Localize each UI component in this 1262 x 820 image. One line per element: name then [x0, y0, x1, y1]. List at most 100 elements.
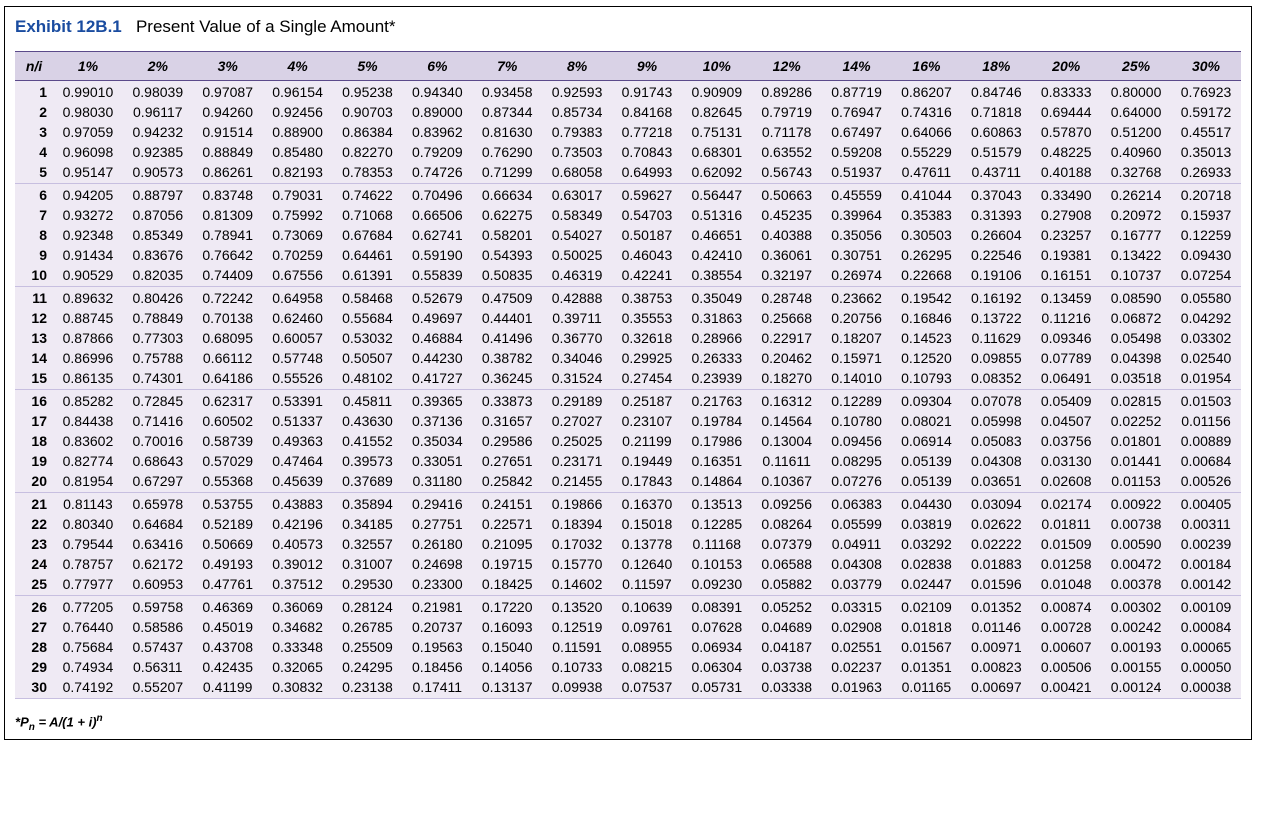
- pv-cell: 0.55839: [402, 265, 472, 287]
- pv-cell: 0.36061: [752, 245, 822, 265]
- pv-cell: 0.88797: [123, 184, 193, 206]
- column-header: 20%: [1031, 52, 1101, 81]
- pv-cell: 0.05083: [961, 431, 1031, 451]
- pv-cell: 0.13422: [1101, 245, 1171, 265]
- table-row: 60.942050.887970.837480.790310.746220.70…: [15, 184, 1241, 206]
- pv-cell: 0.05731: [682, 677, 752, 699]
- pv-cell: 0.45811: [333, 390, 403, 412]
- pv-cell: 0.31657: [472, 411, 542, 431]
- pv-cell: 0.70843: [612, 142, 682, 162]
- pv-cell: 0.31393: [961, 205, 1031, 225]
- pv-cell: 0.01258: [1031, 554, 1101, 574]
- pv-cell: 0.19381: [1031, 245, 1101, 265]
- pv-cell: 0.22668: [892, 265, 962, 287]
- pv-cell: 0.52679: [402, 287, 472, 309]
- pv-cell: 0.19563: [402, 637, 472, 657]
- pv-cell: 0.82774: [53, 451, 123, 471]
- pv-cell: 0.00109: [1171, 596, 1241, 618]
- pv-cell: 0.74622: [333, 184, 403, 206]
- pv-cell: 0.67297: [123, 471, 193, 493]
- pv-cell: 0.35049: [682, 287, 752, 309]
- table-row: 20.980300.961170.942600.924560.907030.89…: [15, 102, 1241, 122]
- pv-cell: 0.21763: [682, 390, 752, 412]
- pv-cell: 0.12285: [682, 514, 752, 534]
- pv-cell: 0.71818: [961, 102, 1031, 122]
- pv-cell: 0.00728: [1031, 617, 1101, 637]
- pv-cell: 0.00590: [1101, 534, 1171, 554]
- pv-cell: 0.82035: [123, 265, 193, 287]
- table-body: 10.990100.980390.970870.961540.952380.94…: [15, 81, 1241, 699]
- pv-cell: 0.02551: [822, 637, 892, 657]
- pv-cell: 0.24295: [333, 657, 403, 677]
- pv-cell: 0.12289: [822, 390, 892, 412]
- pv-cell: 0.78941: [193, 225, 263, 245]
- pv-cell: 0.03651: [961, 471, 1031, 493]
- pv-cell: 0.40388: [752, 225, 822, 245]
- column-header: 18%: [961, 52, 1031, 81]
- pv-cell: 0.09256: [752, 493, 822, 515]
- pv-cell: 0.01503: [1171, 390, 1241, 412]
- pv-cell: 0.04689: [752, 617, 822, 637]
- pv-cell: 0.00506: [1031, 657, 1101, 677]
- column-header: 16%: [892, 52, 962, 81]
- pv-cell: 0.02838: [892, 554, 962, 574]
- pv-cell: 0.04292: [1171, 308, 1241, 328]
- pv-cell: 0.49193: [193, 554, 263, 574]
- pv-cell: 0.27027: [542, 411, 612, 431]
- pv-cell: 0.93272: [53, 205, 123, 225]
- pv-cell: 0.19542: [892, 287, 962, 309]
- pv-cell: 0.93458: [472, 81, 542, 103]
- pv-cell: 0.01818: [892, 617, 962, 637]
- pv-cell: 0.26180: [402, 534, 472, 554]
- pv-cell: 0.20972: [1101, 205, 1171, 225]
- pv-cell: 0.31524: [542, 368, 612, 390]
- pv-cell: 0.03738: [752, 657, 822, 677]
- column-header: 30%: [1171, 52, 1241, 81]
- pv-cell: 0.95147: [53, 162, 123, 184]
- pv-cell: 0.09456: [822, 431, 892, 451]
- pv-cell: 0.70496: [402, 184, 472, 206]
- pv-cell: 0.00239: [1171, 534, 1241, 554]
- table-row: 230.795440.634160.506690.405730.325570.2…: [15, 534, 1241, 554]
- column-header: 25%: [1101, 52, 1171, 81]
- pv-cell: 0.07537: [612, 677, 682, 699]
- column-header: 8%: [542, 52, 612, 81]
- pv-cell: 0.03130: [1031, 451, 1101, 471]
- table-row: 180.836020.700160.587390.493630.415520.3…: [15, 431, 1241, 451]
- row-period-n: 10: [15, 265, 53, 287]
- pv-cell: 0.05580: [1171, 287, 1241, 309]
- pv-cell: 0.89000: [402, 102, 472, 122]
- pv-cell: 0.85349: [123, 225, 193, 245]
- pv-cell: 0.35553: [612, 308, 682, 328]
- pv-cell: 0.33348: [263, 637, 333, 657]
- pv-cell: 0.41044: [892, 184, 962, 206]
- pv-cell: 0.23257: [1031, 225, 1101, 245]
- pv-cell: 0.02237: [822, 657, 892, 677]
- pv-cell: 0.12259: [1171, 225, 1241, 245]
- table-row: 50.951470.905730.862610.821930.783530.74…: [15, 162, 1241, 184]
- pv-cell: 0.03302: [1171, 328, 1241, 348]
- pv-cell: 0.67497: [822, 122, 892, 142]
- pv-cell: 0.18425: [472, 574, 542, 596]
- pv-cell: 0.86135: [53, 368, 123, 390]
- pv-cell: 0.62460: [263, 308, 333, 328]
- table-row: 260.772050.597580.463690.360690.281240.2…: [15, 596, 1241, 618]
- row-period-n: 24: [15, 554, 53, 574]
- pv-cell: 0.32618: [612, 328, 682, 348]
- pv-cell: 0.04911: [822, 534, 892, 554]
- row-period-n: 13: [15, 328, 53, 348]
- pv-cell: 0.00405: [1171, 493, 1241, 515]
- pv-cell: 0.86261: [193, 162, 263, 184]
- pv-cell: 0.00472: [1101, 554, 1171, 574]
- column-header: 2%: [123, 52, 193, 81]
- pv-cell: 0.64186: [193, 368, 263, 390]
- pv-cell: 0.75992: [263, 205, 333, 225]
- pv-cell: 0.15971: [822, 348, 892, 368]
- pv-cell: 0.03292: [892, 534, 962, 554]
- pv-cell: 0.07254: [1171, 265, 1241, 287]
- pv-cell: 0.10639: [612, 596, 682, 618]
- pv-cell: 0.82193: [263, 162, 333, 184]
- pv-cell: 0.23107: [612, 411, 682, 431]
- pv-cell: 0.35013: [1171, 142, 1241, 162]
- pv-cell: 0.71299: [472, 162, 542, 184]
